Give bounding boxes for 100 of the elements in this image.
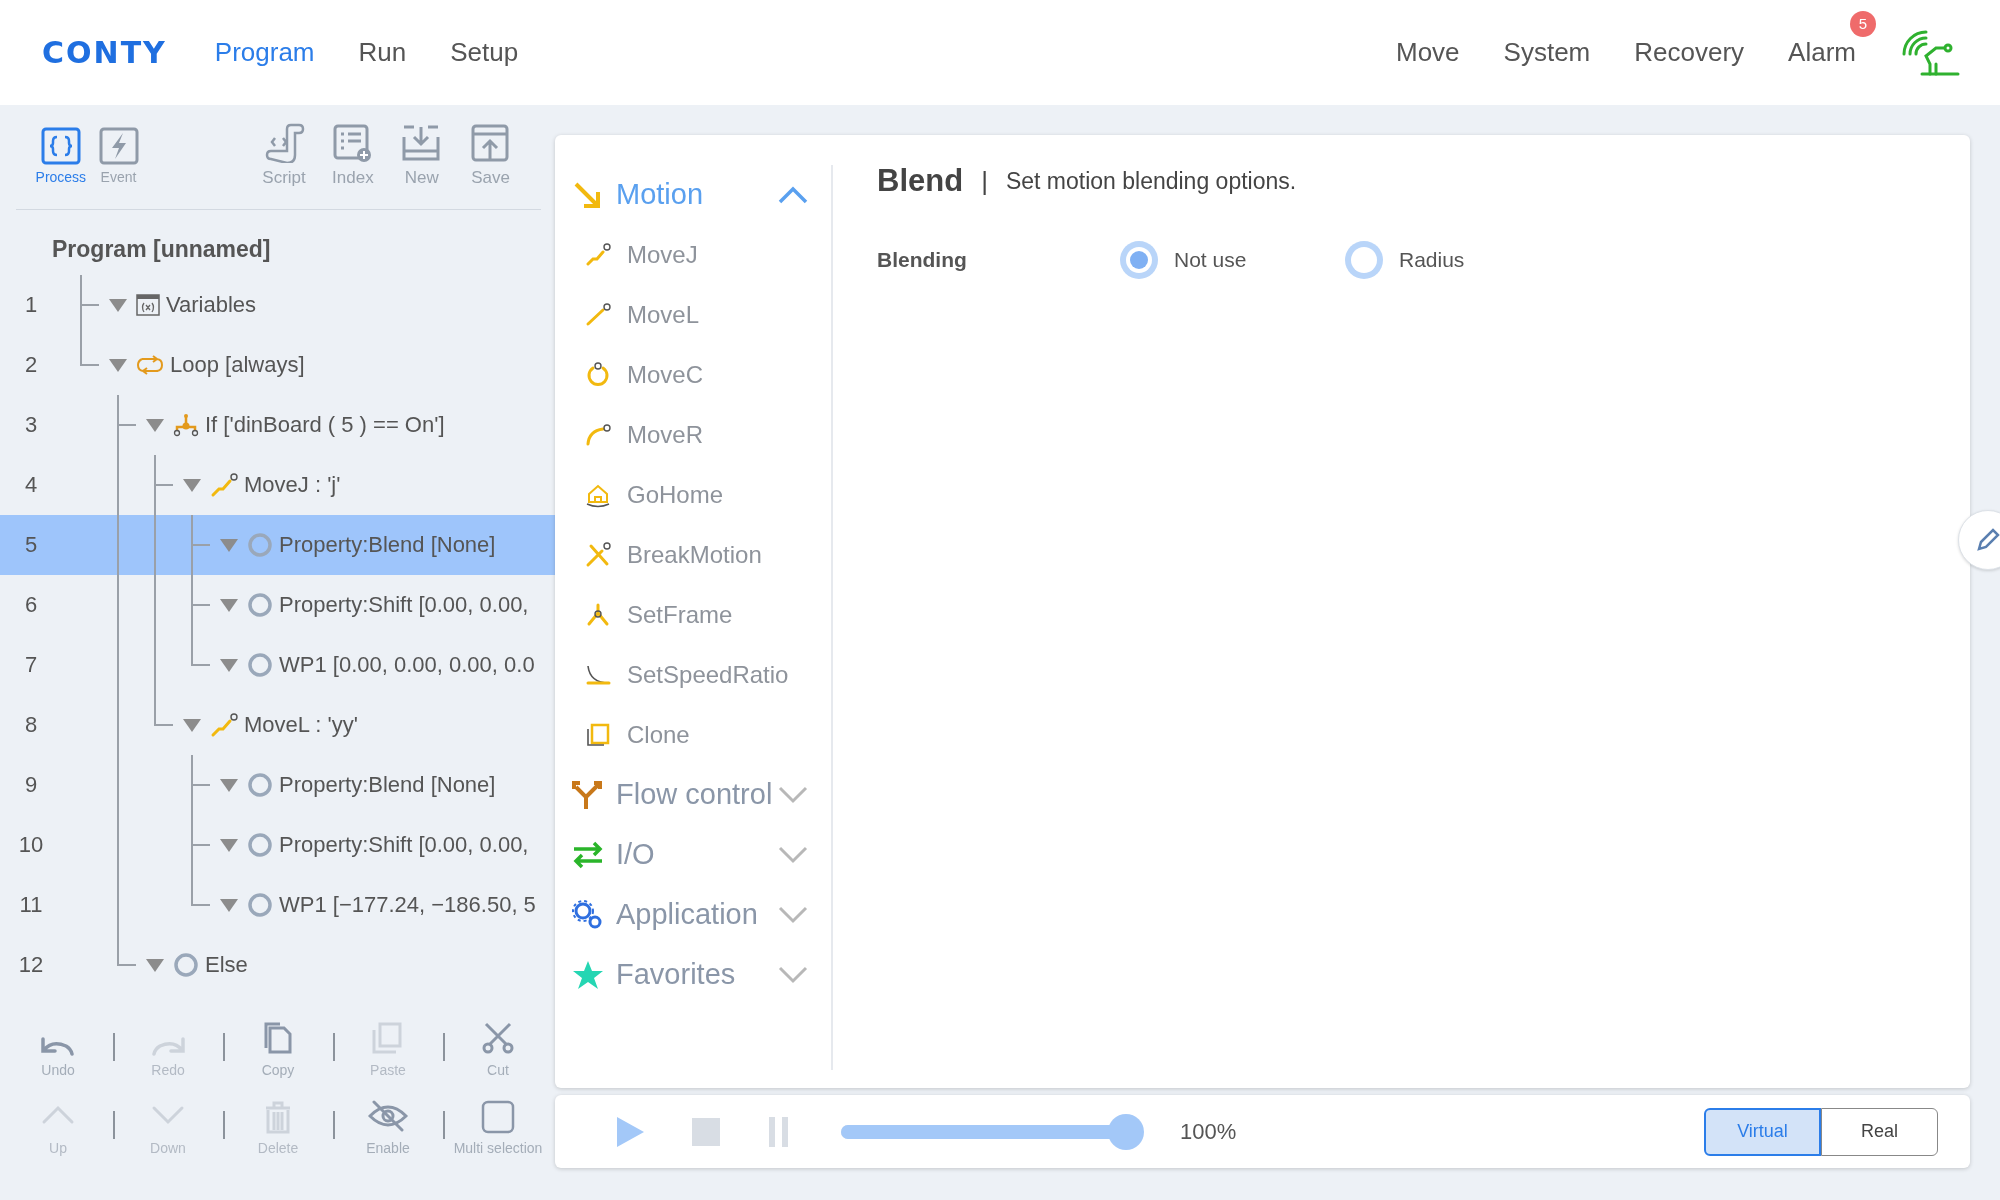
frame-axes-icon: [585, 602, 611, 628]
collapse-triangle-icon[interactable]: [218, 596, 239, 613]
line-number: 6: [24, 591, 38, 619]
collapse-triangle-icon[interactable]: [107, 296, 128, 313]
collapse-triangle-icon[interactable]: [218, 836, 239, 853]
tree-node-label[interactable]: WP1 [0.00, 0.00, 0.00, 0.0: [279, 648, 535, 681]
collapse-triangle-icon[interactable]: [181, 716, 202, 733]
category-header[interactable]: Application: [555, 885, 831, 945]
ring-icon: [247, 771, 273, 798]
gears-icon: [572, 900, 604, 930]
edit-tool-button[interactable]: Undo: [3, 1017, 113, 1081]
tree-node-label[interactable]: MoveJ : 'j': [244, 468, 341, 501]
home-icon: [585, 482, 611, 508]
tree-node-label[interactable]: Variables: [166, 288, 257, 321]
toolbar-button[interactable]: Index: [318, 123, 388, 191]
radio-circle-icon: [1118, 239, 1160, 281]
line-number: 12: [18, 951, 44, 979]
line-number: 10: [18, 831, 44, 859]
loop-icon: [136, 354, 164, 375]
toolbar-button[interactable]: Save: [456, 123, 525, 191]
chevron-down-icon: [777, 965, 809, 985]
collapse-triangle-icon[interactable]: [144, 416, 165, 433]
command-item[interactable]: BreakMotion: [555, 525, 831, 585]
undo-icon: [41, 1036, 75, 1056]
edit-tool-button[interactable]: Enable: [333, 1095, 443, 1159]
curve-path-icon: [585, 423, 611, 447]
list-add-icon: [331, 123, 374, 164]
collapse-triangle-icon[interactable]: [107, 356, 128, 373]
ring-icon: [247, 651, 273, 678]
field-label: Blending: [877, 247, 968, 274]
radio-option[interactable]: Not use: [1118, 239, 1343, 281]
radio-option[interactable]: Radius: [1343, 239, 1568, 281]
title-separator: |: [981, 164, 988, 198]
ring-icon: [247, 591, 273, 618]
command-item[interactable]: MoveC: [555, 345, 831, 405]
line-number: 1: [24, 291, 38, 319]
collapse-triangle-icon[interactable]: [218, 656, 239, 673]
nav-tab[interactable]: Setup: [450, 33, 519, 72]
nav-tab[interactable]: Program: [214, 33, 315, 72]
speed-curve-icon: [585, 663, 611, 687]
toolbar-button[interactable]: New: [387, 123, 457, 191]
tree-node-label[interactable]: WP1 [−177.24, −186.50, 5: [279, 888, 536, 921]
mode-toggle[interactable]: Virtual: [1704, 1107, 1821, 1156]
tree-node-label[interactable]: MoveL : 'yy': [244, 708, 358, 741]
fork-arrow-icon: [572, 779, 604, 811]
chevron-down-icon: [777, 845, 809, 865]
tree-node-label[interactable]: Loop [always]: [170, 348, 305, 381]
tree-node-label[interactable]: Property:Blend [None]: [279, 768, 496, 801]
collapse-triangle-icon[interactable]: [218, 896, 239, 913]
selected-row-highlight[interactable]: 5 Property:Blend [None]: [0, 514, 555, 575]
chevron-down-icon: [777, 785, 809, 805]
collapse-triangle-icon[interactable]: [218, 536, 239, 553]
line-number: 3: [24, 411, 38, 439]
lightning-icon: [98, 126, 139, 165]
ring-icon: [247, 831, 273, 858]
command-item[interactable]: MoveJ: [555, 225, 831, 285]
line-number: 5: [24, 531, 38, 559]
chevron-down-icon: [777, 905, 809, 925]
tree-node-label[interactable]: Property:Shift [0.00, 0.00,: [279, 828, 529, 861]
command-item[interactable]: MoveL: [555, 285, 831, 345]
motion-path-icon: [210, 711, 238, 738]
nav-link[interactable]: Recovery: [1634, 33, 1745, 72]
branch-icon: [173, 412, 199, 437]
upload-icon: [469, 123, 512, 164]
nav-link[interactable]: Move: [1396, 33, 1460, 72]
edit-tool-button[interactable]: Multi selection: [443, 1095, 553, 1159]
command-item[interactable]: MoveR: [555, 405, 831, 465]
nav-tab[interactable]: Run: [358, 33, 407, 72]
command-item[interactable]: SetSpeedRatio: [555, 645, 831, 705]
collapse-triangle-icon[interactable]: [181, 476, 202, 493]
line-number: 4: [24, 471, 38, 499]
line-number: 7: [24, 651, 38, 679]
swap-arrows-icon: [572, 840, 604, 870]
line-number: 11: [19, 891, 43, 919]
mode-tab[interactable]: Event: [89, 126, 148, 188]
command-item[interactable]: Clone: [555, 705, 831, 765]
clone-icon: [586, 723, 610, 747]
category-header[interactable]: I/O: [555, 825, 831, 885]
play-icon[interactable]: [615, 1115, 645, 1148]
edit-tool-button[interactable]: Cut: [443, 1017, 553, 1081]
category-header[interactable]: Favorites: [555, 945, 831, 1005]
command-item[interactable]: SetFrame: [555, 585, 831, 645]
tree-node-label[interactable]: Else: [205, 948, 248, 981]
line-path-icon: [585, 303, 611, 327]
mode-toggle[interactable]: Real: [1821, 1107, 1938, 1156]
collapse-triangle-icon[interactable]: [144, 956, 165, 973]
category-header[interactable]: Flow control: [555, 765, 831, 825]
nav-link[interactable]: System: [1503, 33, 1591, 72]
motion-path-icon: [585, 243, 611, 267]
edit-tool-button[interactable]: Copy: [223, 1017, 333, 1081]
tree-node-label[interactable]: Property:Shift [0.00, 0.00,: [279, 588, 529, 621]
circle-path-icon: [585, 362, 611, 388]
category-header[interactable]: Motion: [555, 165, 831, 225]
mode-tab[interactable]: Process: [32, 126, 90, 188]
eye-slash-icon: [368, 1100, 408, 1134]
tree-node-label[interactable]: If ['dinBoard ( 5 ) == On']: [205, 408, 445, 441]
tree-node-label[interactable]: Property:Blend [None]: [279, 528, 496, 561]
command-item[interactable]: GoHome: [555, 465, 831, 525]
toolbar-button[interactable]: Script: [249, 123, 319, 191]
collapse-triangle-icon[interactable]: [218, 776, 239, 793]
